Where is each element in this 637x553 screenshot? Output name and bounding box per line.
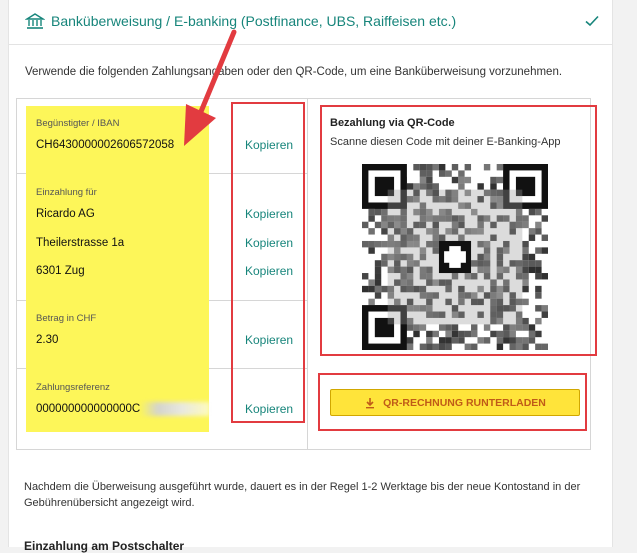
payment-method-title: Banküberweisung / E-banking (Postfinance… <box>51 13 457 29</box>
recipient-city: 6301 Zug <box>36 265 85 277</box>
recipient-name: Ricardo AG <box>36 208 95 220</box>
annotation-box-download <box>318 373 587 431</box>
payment-method-header[interactable]: Banküberweisung / E-banking (Postfinance… <box>9 0 612 45</box>
annotation-box-qr <box>320 105 597 356</box>
iban-value: CH6430000002606572058 <box>36 139 175 151</box>
annotation-arrow-icon <box>184 29 237 146</box>
check-icon <box>585 15 599 27</box>
iban-label: Begünstigter / IBAN <box>36 118 120 129</box>
reference-value: 000000000000000C <box>36 403 141 415</box>
reference-label: Zahlungsreferenz <box>36 382 110 393</box>
column-divider <box>307 99 308 449</box>
next-section-title: Einzahlung am Postschalter <box>24 539 185 553</box>
recipient-street: Theilerstrasse 1a <box>36 237 125 249</box>
redacted-reference <box>140 402 210 416</box>
amount-label: Betrag in CHF <box>36 313 97 324</box>
annotation-box-copy <box>231 102 305 423</box>
bank-icon <box>25 13 45 29</box>
processing-note: Nachdem die Überweisung ausgeführt wurde… <box>24 481 581 509</box>
deposit-label: Einzahlung für <box>36 187 97 198</box>
intro-text: Verwende die folgenden Zahlungsangaben o… <box>25 66 563 78</box>
amount-value: 2.30 <box>36 334 59 346</box>
